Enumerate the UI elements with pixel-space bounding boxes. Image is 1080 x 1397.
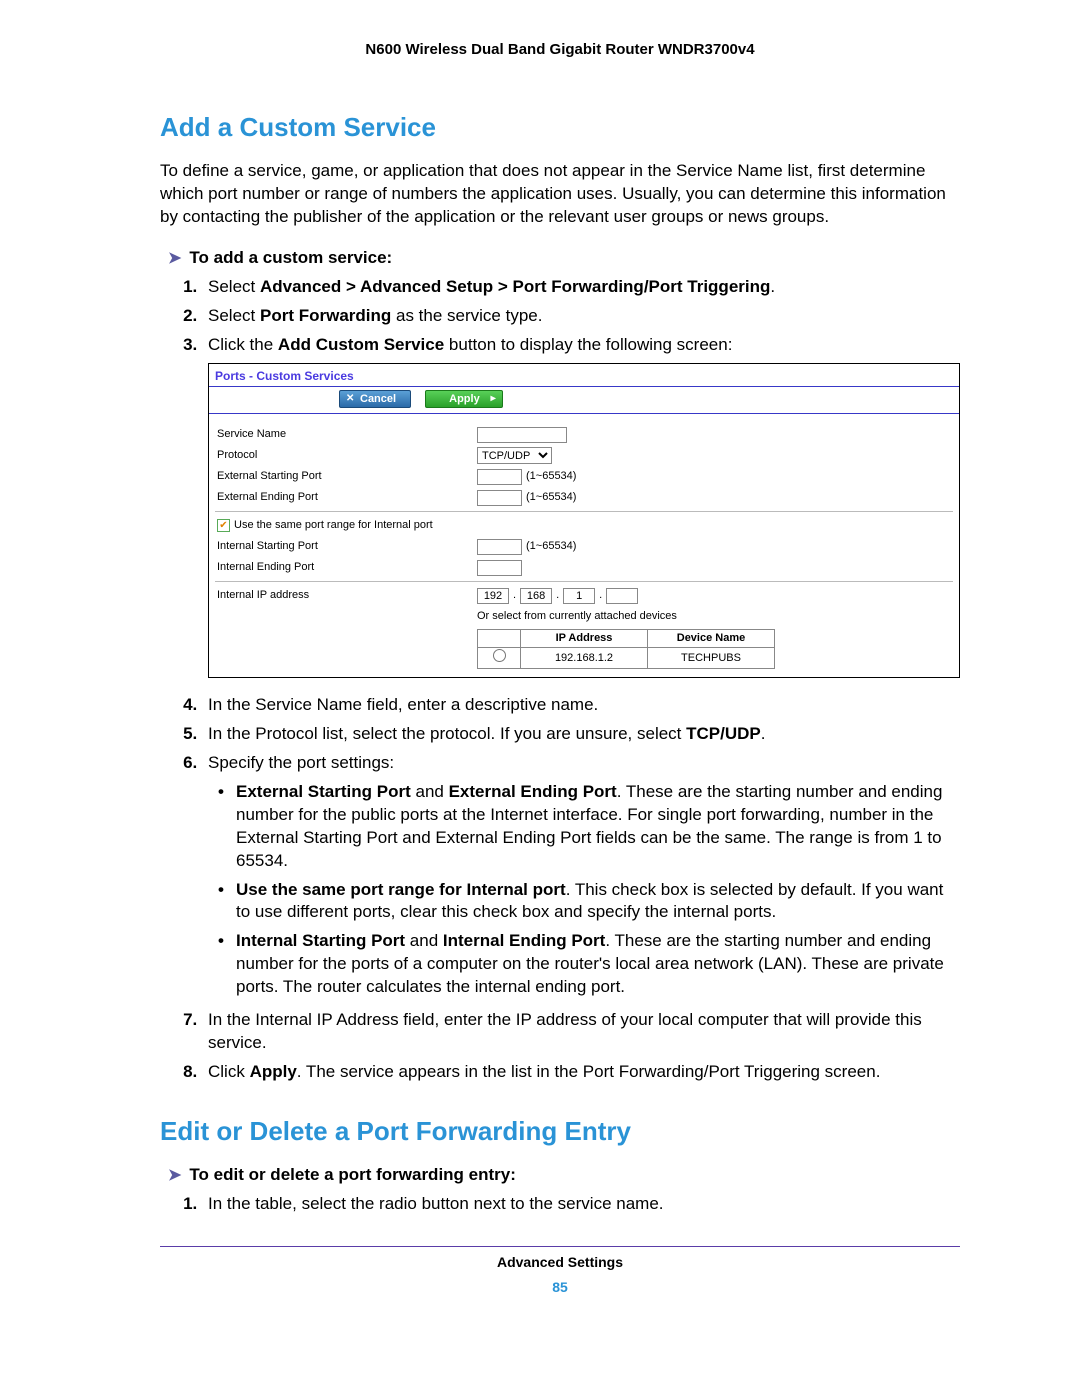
ip-d-input[interactable] [606, 588, 638, 604]
row-ext-end: External Ending Port (1~65534) [215, 487, 953, 508]
table-row: 192.168.1.2 TECHPUBS [478, 648, 775, 669]
procedure-title: To add a custom service: [189, 247, 392, 270]
bullet-internal-ports: Internal Starting Port and Internal Endi… [236, 930, 960, 999]
ip-c-input[interactable]: 1 [563, 588, 595, 604]
chevron-right-icon: ➤ [168, 248, 181, 270]
step-2: Select Port Forwarding as the service ty… [202, 305, 960, 328]
manual-page: N600 Wireless Dual Band Gigabit Router W… [0, 0, 1080, 1397]
ip-a-input[interactable]: 192 [477, 588, 509, 604]
device-select-radio[interactable] [493, 649, 506, 662]
procedure-title: To edit or delete a port forwarding entr… [189, 1164, 516, 1187]
row-device-table: IP Address Device Name 192.168.1.2 TECHP… [215, 627, 953, 669]
row-or-select: Or select from currently attached device… [215, 606, 953, 627]
screenshot-title: Ports - Custom Services [209, 364, 959, 384]
step-7: In the Internal IP Address field, enter … [202, 1009, 960, 1055]
procedure-heading-edit: ➤ To edit or delete a port forwarding en… [168, 1164, 960, 1187]
row-int-ip: Internal IP address 192. 168. 1. [215, 585, 953, 606]
step-2-1: In the table, select the radio button ne… [202, 1193, 960, 1216]
row-int-start: Internal Starting Port (1~65534) [215, 536, 953, 557]
divider [215, 581, 953, 582]
page-header: N600 Wireless Dual Band Gigabit Router W… [160, 40, 960, 60]
button-bar: Cancel Apply [209, 387, 959, 411]
screenshot-body: Service Name Protocol TCP/UDP External S… [209, 414, 959, 677]
apply-button[interactable]: Apply [425, 390, 503, 408]
ext-start-input[interactable] [477, 469, 522, 485]
step-5: In the Protocol list, select the protoco… [202, 723, 960, 746]
protocol-select[interactable]: TCP/UDP [477, 447, 552, 464]
procedure-heading-add: ➤ To add a custom service: [168, 247, 960, 270]
bullet-same-port-range: Use the same port range for Internal por… [236, 879, 960, 925]
row-same-port: ✔ Use the same port range for Internal p… [215, 515, 953, 536]
step-4: In the Service Name field, enter a descr… [202, 694, 960, 717]
footer-section-name: Advanced Settings [160, 1253, 960, 1272]
step-8: Click Apply. The service appears in the … [202, 1061, 960, 1084]
ip-b-input[interactable]: 168 [520, 588, 552, 604]
cancel-button[interactable]: Cancel [339, 390, 411, 408]
divider [215, 511, 953, 512]
same-port-checkbox[interactable]: ✔ [217, 519, 230, 532]
row-ext-start: External Starting Port (1~65534) [215, 466, 953, 487]
heading-edit-delete: Edit or Delete a Port Forwarding Entry [160, 1114, 960, 1149]
ext-end-input[interactable] [477, 490, 522, 506]
int-start-input[interactable] [477, 539, 522, 555]
chevron-right-icon: ➤ [168, 1165, 181, 1187]
row-protocol: Protocol TCP/UDP [215, 445, 953, 466]
screenshot-ports-custom-services: Ports - Custom Services Cancel Apply Ser… [208, 363, 960, 678]
footer-page-number: 85 [160, 1278, 960, 1297]
port-settings-bullets: External Starting Port and External Endi… [208, 781, 960, 999]
steps-list-2: In the table, select the radio button ne… [182, 1193, 960, 1216]
row-int-end: Internal Ending Port [215, 557, 953, 578]
footer-rule [160, 1246, 960, 1247]
intro-paragraph: To define a service, game, or applicatio… [160, 160, 960, 229]
step-3: Click the Add Custom Service button to d… [202, 334, 960, 678]
table-header-row: IP Address Device Name [478, 630, 775, 648]
step-6: Specify the port settings: External Star… [202, 752, 960, 999]
heading-add-custom-service: Add a Custom Service [160, 110, 960, 145]
step-1: Select Advanced > Advanced Setup > Port … [202, 276, 960, 299]
row-service-name: Service Name [215, 424, 953, 445]
bullet-external-ports: External Starting Port and External Endi… [236, 781, 960, 873]
service-name-input[interactable] [477, 427, 567, 443]
steps-list-1: Select Advanced > Advanced Setup > Port … [182, 276, 960, 1084]
attached-devices-table: IP Address Device Name 192.168.1.2 TECHP… [477, 629, 775, 669]
int-end-input[interactable] [477, 560, 522, 576]
